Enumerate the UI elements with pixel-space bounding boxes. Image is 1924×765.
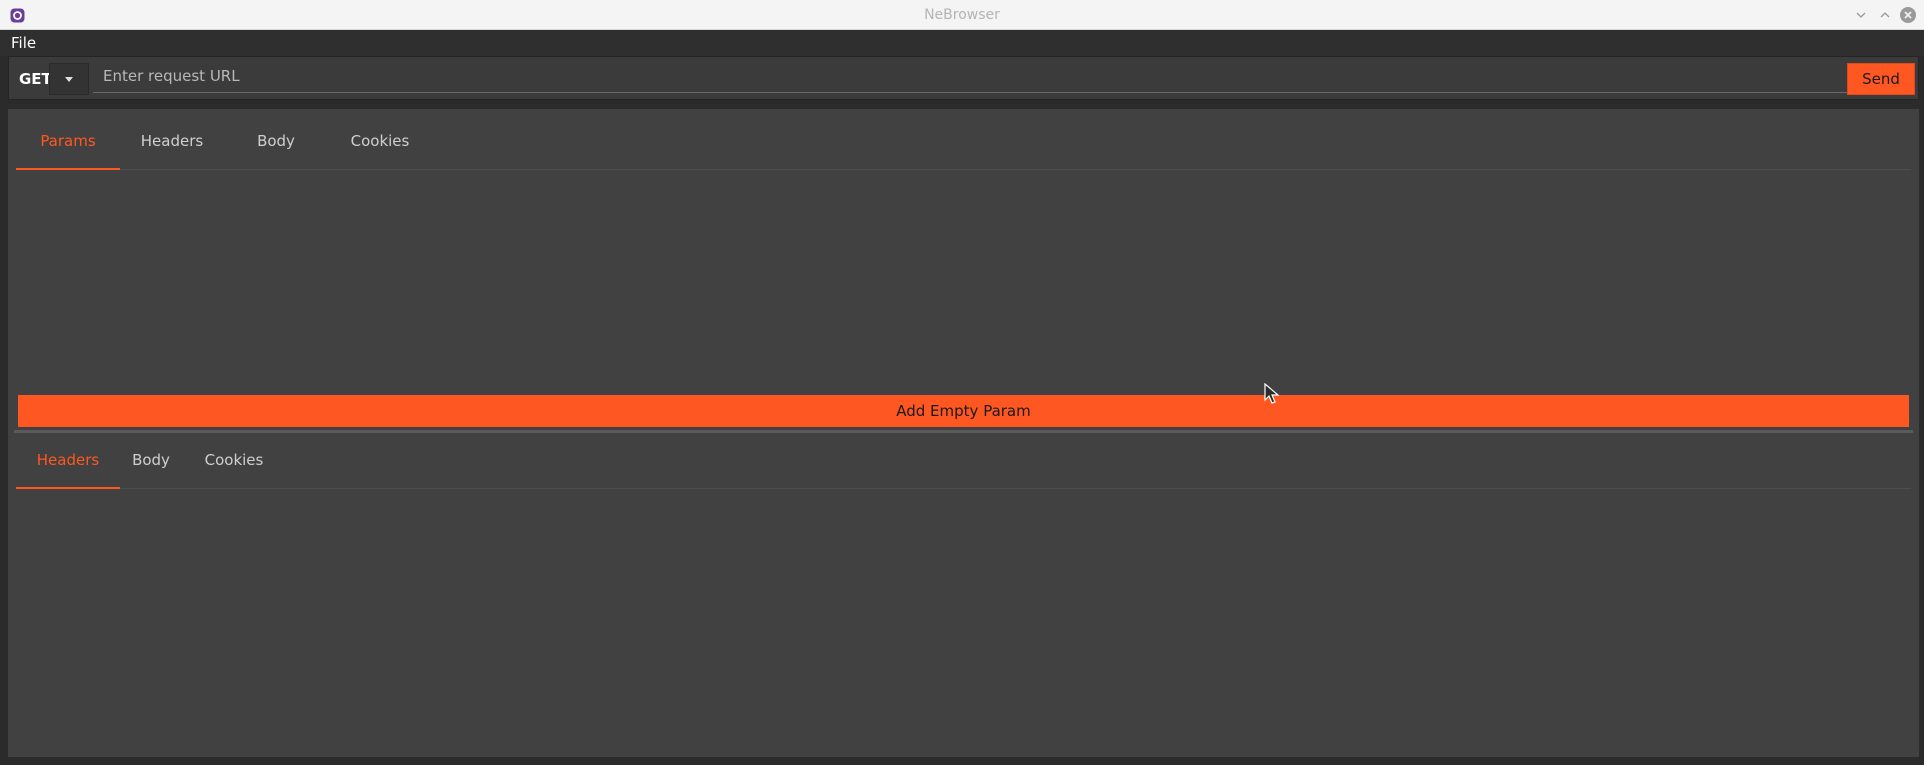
maximize-button[interactable] [1876,6,1894,24]
http-method-label[interactable]: GET [19,57,52,101]
main-panel: Params Headers Body Cookies Add Empty Pa… [8,109,1919,757]
menu-bar: File [0,30,1924,56]
window-title: NeBrowser [924,7,1000,23]
params-content-area [16,171,1911,391]
minimize-icon [1856,12,1866,18]
close-icon [1900,7,1916,23]
tab-cookies[interactable]: Cookies [328,112,432,170]
tab-headers[interactable]: Headers [120,112,224,170]
request-tab-bar: Params Headers Body Cookies [16,112,1911,170]
menu-file[interactable]: File [11,30,36,56]
tab-body[interactable]: Body [224,112,328,170]
maximize-icon [1880,12,1890,18]
tab-params[interactable]: Params [16,112,120,170]
minimize-button[interactable] [1852,6,1870,24]
close-button[interactable] [1899,6,1917,24]
title-bar: NeBrowser [0,0,1924,30]
method-dropdown-button[interactable] [49,63,89,95]
mouse-cursor-icon [1264,383,1280,404]
response-content-area [16,490,1911,750]
tab-response-cookies[interactable]: Cookies [182,431,286,489]
response-tab-bar: Headers Body Cookies [16,431,1911,489]
add-empty-param-button[interactable]: Add Empty Param [18,395,1909,427]
url-input[interactable] [93,63,1849,93]
request-url-bar: GET Send [8,56,1919,100]
send-button[interactable]: Send [1847,63,1915,95]
caret-down-icon [65,76,73,82]
